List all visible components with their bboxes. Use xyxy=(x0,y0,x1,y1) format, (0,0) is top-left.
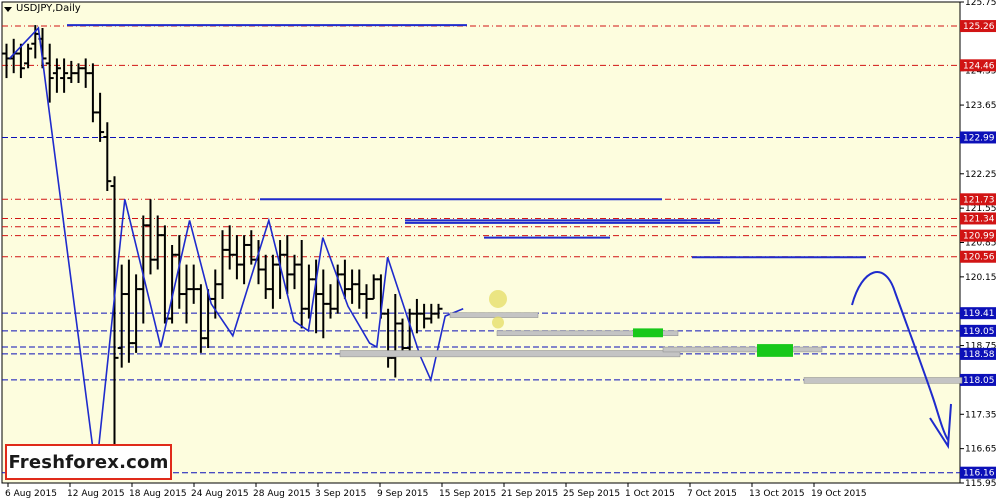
symbol-label: USDJPY,Daily xyxy=(16,3,81,14)
x-tick-label: 15 Sep 2015 xyxy=(439,489,496,499)
x-tick-label: 9 Sep 2015 xyxy=(377,489,428,499)
green-highlight-zone xyxy=(757,344,793,357)
chart-canvas[interactable]: 125.75124.35123.65122.25121.55120.85120.… xyxy=(0,0,1000,500)
yellow-marker xyxy=(489,289,507,308)
x-tick-label: 13 Oct 2015 xyxy=(749,489,805,499)
price-level-value: 122.99 xyxy=(963,133,995,143)
price-level-value: 116.16 xyxy=(963,469,995,479)
x-tick-label: 1 Oct 2015 xyxy=(625,489,675,499)
price-level-value: 125.26 xyxy=(963,22,995,32)
chart-window: 125.75 124.35 123.65 122.25 121.55 120.85 120.… xyxy=(0,0,1000,500)
x-tick-label: 21 Sep 2015 xyxy=(501,489,558,499)
x-tick-label: 19 Oct 2015 xyxy=(811,489,867,499)
price-level-value: 119.05 xyxy=(963,327,995,337)
symbol-dropdown-icon[interactable] xyxy=(4,7,12,12)
x-tick-label: 24 Aug 2015 xyxy=(191,489,249,499)
price-level-value: 118.58 xyxy=(963,350,995,360)
x-tick-label: 7 Oct 2015 xyxy=(687,489,737,499)
y-tick-label: 122.25 xyxy=(965,170,997,180)
support-zone xyxy=(449,312,539,318)
support-zone xyxy=(662,346,823,353)
brand-logo: Freshforex.com xyxy=(5,444,172,480)
support-zone xyxy=(339,350,681,358)
price-level-value: 119.41 xyxy=(963,309,995,319)
x-tick-label: 25 Sep 2015 xyxy=(563,489,620,499)
plot-area xyxy=(1,1,961,484)
yellow-marker xyxy=(492,316,504,329)
x-tick-label: 12 Aug 2015 xyxy=(67,489,125,499)
green-highlight-zone xyxy=(633,328,663,338)
price-level-value: 121.34 xyxy=(963,214,995,224)
y-tick-label: 115.95 xyxy=(965,479,997,489)
x-tick-label: 3 Sep 2015 xyxy=(315,489,366,499)
price-level-value: 120.99 xyxy=(963,232,995,242)
y-tick-label: 123.65 xyxy=(965,101,997,111)
price-level-value: 121.73 xyxy=(963,195,995,205)
price-level-value: 120.56 xyxy=(963,253,995,263)
y-tick-label: 125.75 xyxy=(965,0,997,8)
y-tick-label: 116.65 xyxy=(965,445,997,455)
x-tick-label: 28 Aug 2015 xyxy=(253,489,311,499)
y-tick-label: 120.15 xyxy=(965,273,997,283)
y-tick-label: 117.35 xyxy=(965,410,997,420)
price-level-value: 118.05 xyxy=(963,376,995,386)
brand-logo-text: Freshforex.com xyxy=(8,451,169,473)
x-tick-label: 18 Aug 2015 xyxy=(129,489,187,499)
price-level-value: 124.46 xyxy=(963,61,995,71)
x-tick-label: 6 Aug 2015 xyxy=(5,489,57,499)
support-zone xyxy=(803,377,963,384)
